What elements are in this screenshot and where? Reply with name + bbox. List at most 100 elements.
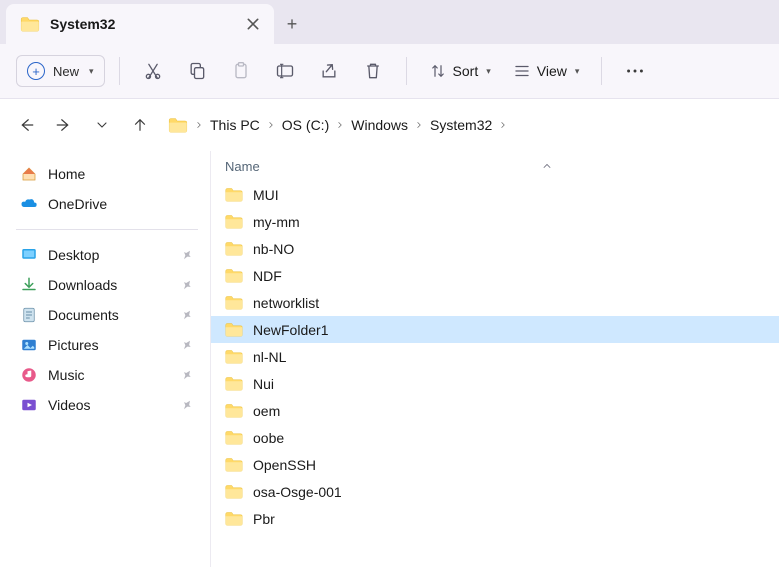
folder-icon (225, 295, 243, 310)
paste-button[interactable] (222, 52, 260, 90)
onedrive-icon (20, 195, 38, 213)
sidebar-item-label: Desktop (48, 247, 99, 263)
file-row[interactable]: nl-NL (211, 343, 779, 370)
folder-icon (225, 484, 243, 499)
file-row[interactable]: my-mm (211, 208, 779, 235)
sidebar: Home OneDrive Desktop DownloadsDocumentsPi… (0, 151, 210, 567)
arrow-right-icon (55, 116, 73, 134)
back-button[interactable] (16, 115, 36, 135)
breadcrumb[interactable]: This PC OS (C:) Windows System32 (168, 117, 508, 133)
chevron-right-icon[interactable] (194, 120, 204, 130)
view-button[interactable]: View ▾ (505, 58, 588, 84)
sort-button[interactable]: Sort ▾ (421, 58, 499, 84)
sort-indicator-up-icon (541, 160, 553, 172)
rename-button[interactable] (266, 52, 304, 90)
breadcrumb-segment[interactable]: This PC (210, 117, 260, 133)
delete-button[interactable] (354, 52, 392, 90)
plus-circle-icon: + (27, 62, 45, 80)
chevron-right-icon[interactable] (266, 120, 276, 130)
rename-icon (275, 61, 295, 81)
breadcrumb-segment[interactable]: System32 (430, 117, 492, 133)
folder-icon (168, 117, 188, 133)
file-row[interactable]: OpenSSH (211, 451, 779, 478)
share-icon (319, 61, 339, 81)
file-row[interactable]: Nui (211, 370, 779, 397)
sidebar-item-documents[interactable]: Documents (14, 300, 200, 330)
file-name: Nui (253, 376, 274, 392)
view-icon (513, 62, 531, 80)
up-button[interactable] (130, 115, 150, 135)
file-name: NewFolder1 (253, 322, 328, 338)
sidebar-item-home[interactable]: Home (14, 159, 200, 189)
chevron-down-icon (94, 117, 110, 133)
desktop-icon (20, 246, 38, 264)
file-row[interactable]: osa-Osge-001 (211, 478, 779, 505)
sort-icon (429, 62, 447, 80)
videos-icon (20, 396, 38, 414)
more-icon (624, 60, 646, 82)
file-row[interactable]: NDF (211, 262, 779, 289)
recent-locations-button[interactable] (92, 115, 112, 135)
column-header-label: Name (225, 159, 260, 174)
folder-icon (225, 187, 243, 202)
chevron-down-icon: ▾ (89, 66, 94, 77)
chevron-right-icon[interactable] (414, 120, 424, 130)
close-icon[interactable] (246, 17, 260, 31)
divider (16, 229, 198, 230)
folder-icon (225, 403, 243, 418)
sidebar-item-onedrive[interactable]: OneDrive (14, 189, 200, 219)
sidebar-item-label: Videos (48, 397, 91, 413)
breadcrumb-segment[interactable]: OS (C:) (282, 117, 329, 133)
file-row[interactable]: oem (211, 397, 779, 424)
view-label: View (537, 63, 567, 79)
sidebar-item-music[interactable]: Music (14, 360, 200, 390)
file-row[interactable]: networklist (211, 289, 779, 316)
folder-icon (225, 214, 243, 229)
chevron-right-icon[interactable] (335, 120, 345, 130)
tab-title: System32 (50, 16, 236, 32)
divider (406, 57, 407, 85)
cut-button[interactable] (134, 52, 172, 90)
navbar: This PC OS (C:) Windows System32 (0, 99, 779, 151)
tab-strip: System32 + (0, 0, 779, 44)
file-row[interactable]: nb-NO (211, 235, 779, 262)
documents-icon (20, 306, 38, 324)
sidebar-item-videos[interactable]: Videos (14, 390, 200, 420)
folder-icon (225, 268, 243, 283)
copy-icon (187, 61, 207, 81)
trash-icon (363, 61, 383, 81)
chevron-down-icon: ▾ (575, 66, 580, 77)
sidebar-item-downloads[interactable]: Downloads (14, 270, 200, 300)
copy-button[interactable] (178, 52, 216, 90)
tab-active[interactable]: System32 (6, 4, 274, 44)
breadcrumb-segment[interactable]: Windows (351, 117, 408, 133)
sidebar-item-label: Music (48, 367, 85, 383)
share-button[interactable] (310, 52, 348, 90)
plus-icon: + (287, 14, 298, 35)
file-name: nl-NL (253, 349, 286, 365)
forward-button[interactable] (54, 115, 74, 135)
file-row[interactable]: NewFolder1 (211, 316, 779, 343)
more-button[interactable] (616, 52, 654, 90)
folder-icon (225, 511, 243, 526)
column-header-name[interactable]: Name (211, 151, 779, 181)
file-row[interactable]: Pbr (211, 505, 779, 532)
pin-icon (180, 248, 194, 262)
file-list: Name MUI my-mm nb-NO NDFnetworklist NewFolde… (210, 151, 779, 567)
new-button[interactable]: + New ▾ (16, 55, 105, 87)
file-row[interactable]: oobe (211, 424, 779, 451)
music-icon (20, 366, 38, 384)
downloads-icon (20, 276, 38, 294)
file-name: oem (253, 403, 280, 419)
file-row[interactable]: MUI (211, 181, 779, 208)
folder-icon (225, 241, 243, 256)
chevron-right-icon[interactable] (498, 120, 508, 130)
file-name: my-mm (253, 214, 300, 230)
file-name: OpenSSH (253, 457, 316, 473)
sidebar-item-label: Home (48, 166, 85, 182)
sidebar-item-desktop[interactable]: Desktop (14, 240, 200, 270)
sidebar-item-label: OneDrive (48, 196, 107, 212)
new-tab-button[interactable]: + (274, 4, 310, 44)
file-name: nb-NO (253, 241, 294, 257)
sidebar-item-pictures[interactable]: Pictures (14, 330, 200, 360)
